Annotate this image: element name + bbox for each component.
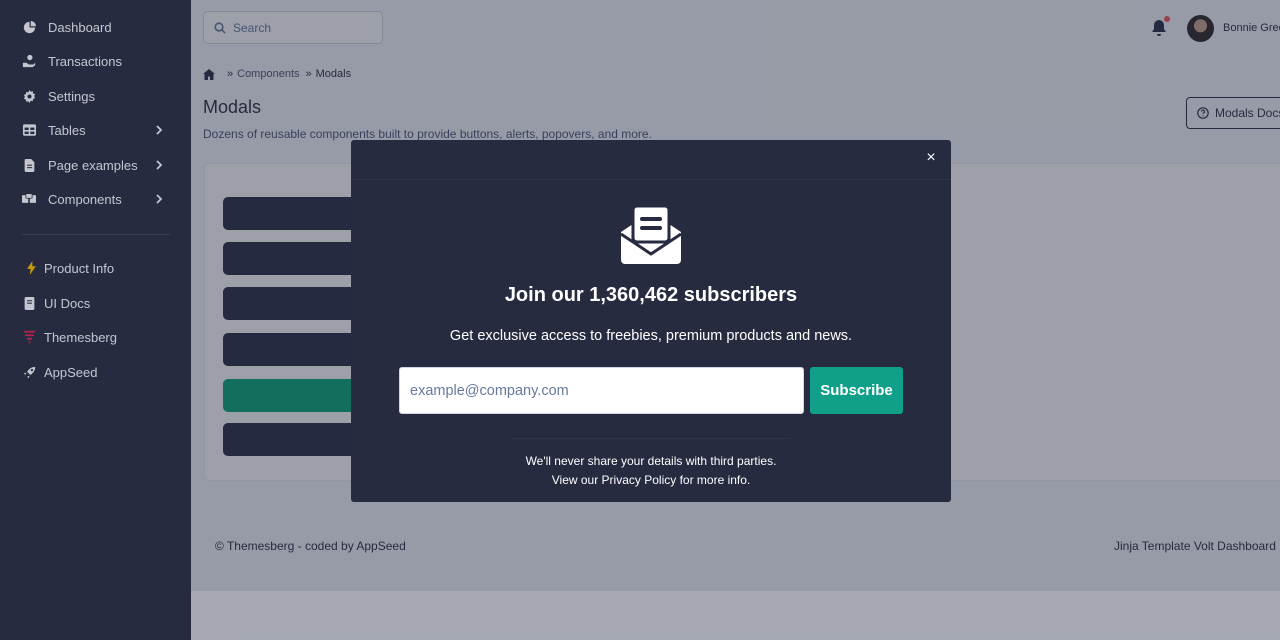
modal-footer-divider <box>511 438 791 439</box>
envelope-open-icon <box>620 204 682 264</box>
modal-title: Join our 1,360,462 subscribers <box>504 284 798 306</box>
modal-backdrop-sidebar <box>0 0 191 640</box>
privacy-note-suffix: for more info. <box>676 473 751 487</box>
privacy-policy-link[interactable]: Privacy Policy <box>602 473 677 487</box>
subscribe-button[interactable]: Subscribe <box>810 367 903 414</box>
subscribe-modal: × Join our 1,360,462 subscribers Get exc… <box>351 140 951 502</box>
email-field[interactable] <box>399 367 804 414</box>
modal-header-divider <box>351 179 951 180</box>
close-icon[interactable]: × <box>923 150 939 166</box>
page-bottom-band <box>191 591 1280 640</box>
modal-subtitle: Get exclusive access to freebies, premiu… <box>449 328 853 344</box>
privacy-note-prefix: View our <box>551 473 602 487</box>
privacy-note: We'll never share your details with thir… <box>525 454 777 468</box>
privacy-policy-note: View our Privacy Policy for more info. <box>351 473 951 487</box>
